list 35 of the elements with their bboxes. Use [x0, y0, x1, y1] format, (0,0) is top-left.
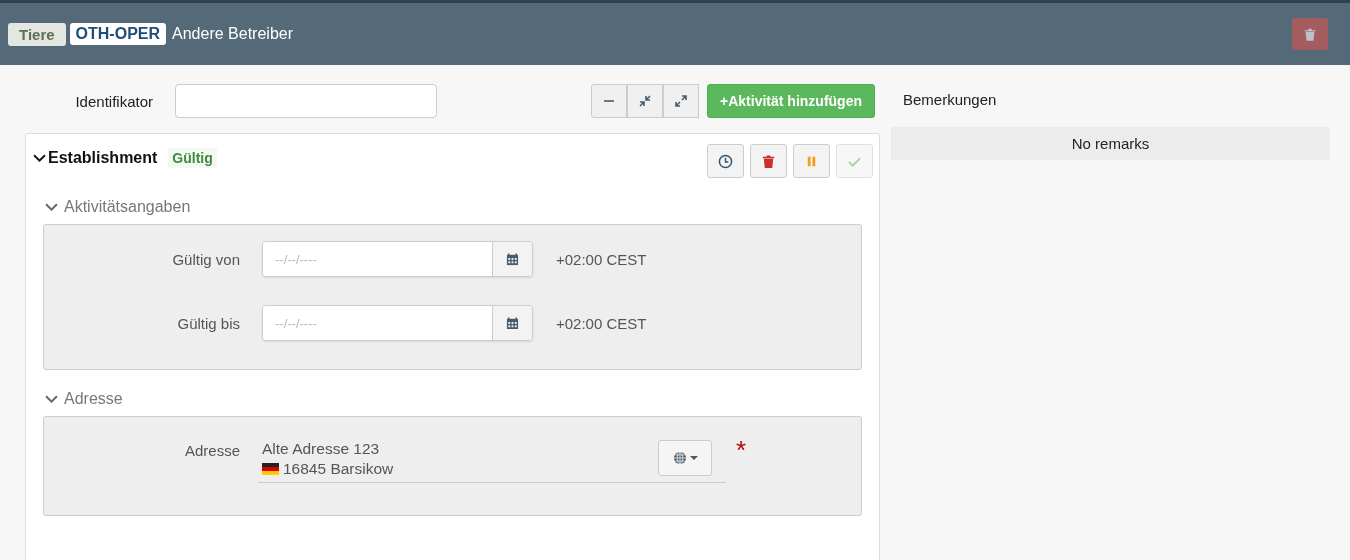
expand-icon: [675, 95, 688, 107]
add-activity-button[interactable]: +Aktivität hinzufügen: [707, 84, 875, 118]
empty-remarks-text: No remarks: [891, 127, 1330, 160]
section-title: Aktivitätsangaben: [64, 198, 191, 216]
globe-dropdown-button[interactable]: [658, 440, 712, 476]
history-button[interactable]: [707, 144, 744, 178]
globe-icon: [672, 451, 687, 465]
caret-icon: [689, 456, 698, 460]
section-title: Adresse: [64, 390, 123, 408]
timezone-text: +02:00 CEST: [556, 314, 647, 332]
city-text: 16845 Barsikow: [283, 460, 394, 478]
field-label: Identifikator: [74, 92, 153, 110]
clock-icon: [718, 153, 733, 169]
page-title: Andere Betreiber: [172, 25, 293, 43]
street-text: Alte Adresse 123: [262, 440, 381, 458]
card-title: Establishment: [48, 149, 158, 167]
remarks-title: Bemerkungen: [903, 91, 998, 110]
trash-icon: [1303, 26, 1317, 42]
status-badge: Gültig: [168, 148, 217, 168]
required-asterisk: *: [736, 439, 747, 461]
expand-button[interactable]: [663, 84, 700, 118]
code-badge: OTH-OPER: [69, 23, 167, 45]
field-label: Gültig bis: [176, 314, 240, 332]
chevron-icon[interactable]: [33, 153, 46, 163]
pause-button[interactable]: [793, 144, 830, 178]
identifier-field[interactable]: [175, 84, 437, 118]
collapse-icon: [639, 95, 652, 107]
field-label: Adresse: [183, 441, 240, 459]
timezone-text: +02:00 CEST: [556, 250, 647, 268]
delete-button[interactable]: [750, 144, 787, 178]
field-label: Gültig von: [171, 250, 240, 268]
collapse-button[interactable]: [627, 84, 664, 118]
category-badge: Tiere: [8, 22, 66, 46]
flag-icon: [262, 463, 279, 475]
trash-icon: [761, 153, 776, 169]
